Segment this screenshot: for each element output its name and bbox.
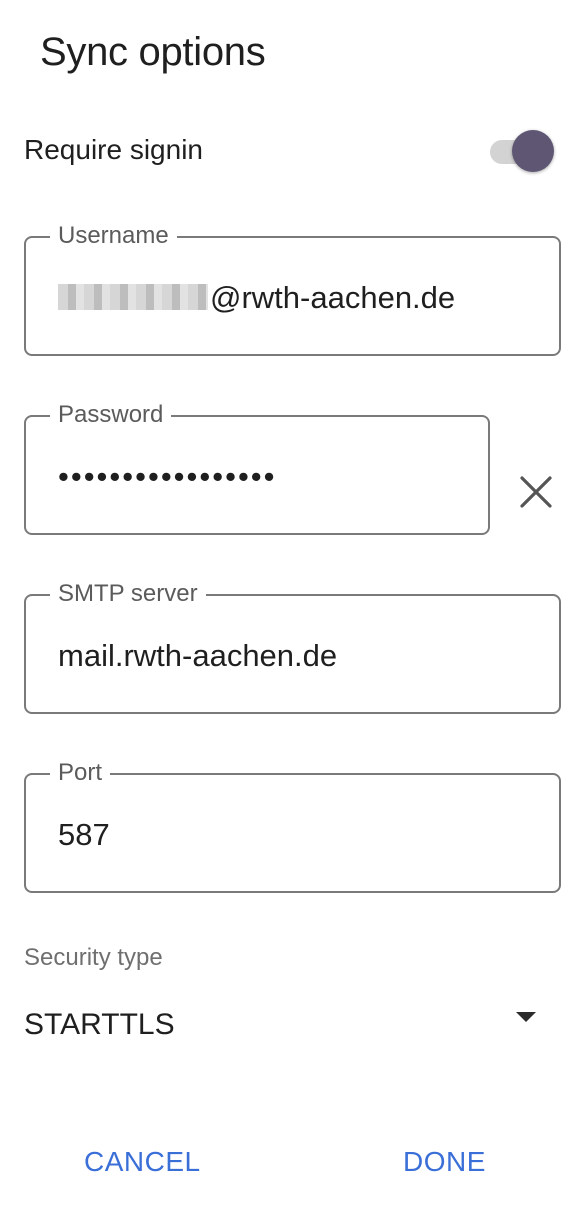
dialog-title: Sync options <box>40 30 266 74</box>
port-field[interactable]: Port 587 <box>24 759 561 893</box>
require-signin-label: Require signin <box>24 134 203 165</box>
smtp-server-value: mail.rwth-aachen.de <box>58 638 338 673</box>
smtp-server-field[interactable]: SMTP server mail.rwth-aachen.de <box>24 580 561 714</box>
username-value: @rwth-aachen.de <box>58 278 455 318</box>
close-icon[interactable] <box>514 470 558 514</box>
username-domain: @rwth-aachen.de <box>210 280 456 315</box>
caret-down-icon <box>516 1012 536 1022</box>
username-field[interactable]: Username @rwth-aachen.de <box>24 222 561 356</box>
done-button[interactable]: DONE <box>403 1146 486 1178</box>
security-type-label: Security type <box>24 944 163 971</box>
smtp-server-label: SMTP server <box>50 580 206 608</box>
password-field[interactable]: Password ••••••••••••••••• <box>24 401 490 535</box>
cancel-button[interactable]: CANCEL <box>84 1146 201 1178</box>
toggle-thumb <box>512 130 554 172</box>
redacted-username-blur <box>58 284 208 310</box>
require-signin-row: Require signin <box>24 128 560 172</box>
username-label: Username <box>50 222 177 250</box>
password-label: Password <box>50 401 172 429</box>
security-type-value: STARTTLS <box>24 1008 175 1041</box>
password-value: ••••••••••••••••• <box>58 459 277 494</box>
port-label: Port <box>50 759 111 787</box>
security-type-dropdown[interactable]: STARTTLS <box>24 998 544 1058</box>
port-value: 587 <box>58 817 110 852</box>
require-signin-toggle[interactable] <box>488 130 558 172</box>
